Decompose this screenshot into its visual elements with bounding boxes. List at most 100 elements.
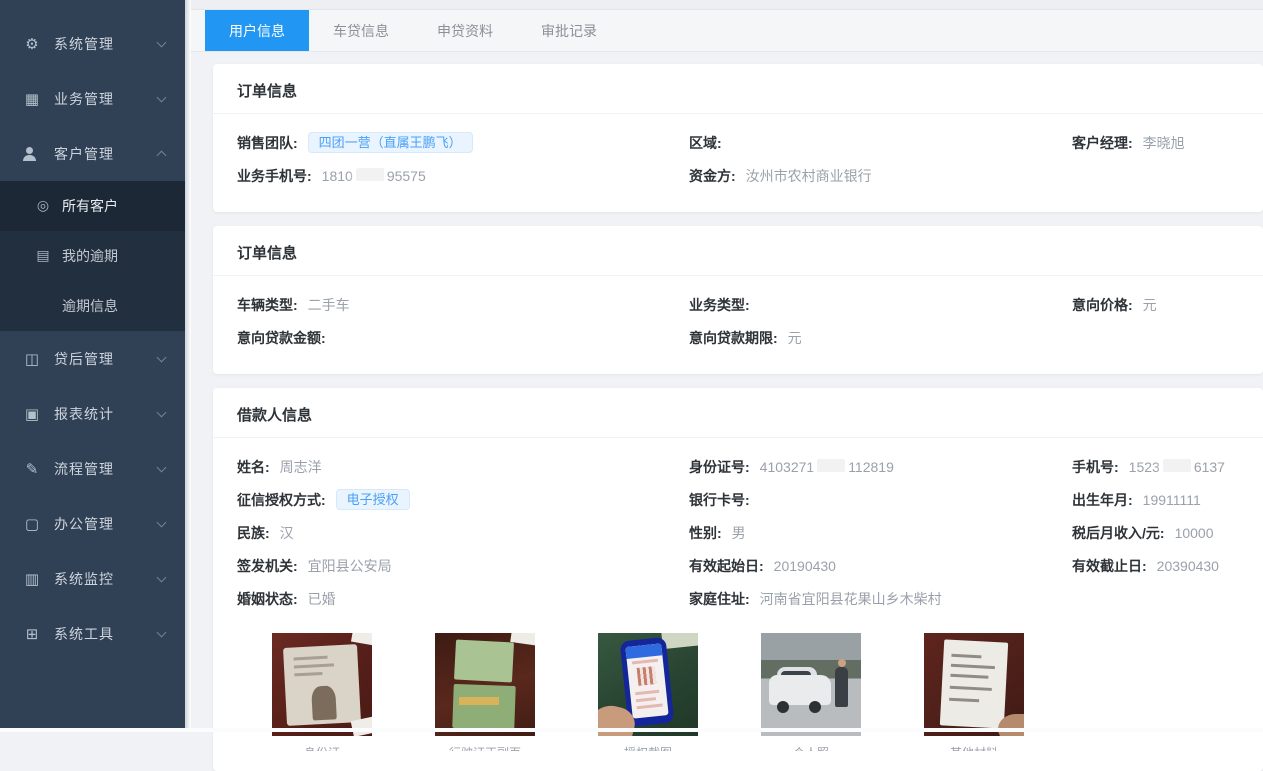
mobile-field: 手机号: 15236137 (1072, 457, 1239, 477)
phone-qr-photo-thumbnail[interactable] (598, 633, 698, 736)
office-icon: ▢ (22, 515, 42, 533)
field-row: 征信授权方式: 电子授权 银行卡号: 出生年月: 19911111 (237, 483, 1239, 516)
photo-caption: 身份证 (272, 744, 372, 751)
chevron-down-icon (157, 37, 167, 47)
sidebar-item-my-overdue[interactable]: ▤ 我的逾期 (0, 231, 185, 281)
book-icon: ◫ (22, 350, 42, 368)
field-label: 姓名: (237, 457, 270, 477)
field-label: 签发机关: (237, 556, 298, 576)
photo-art (637, 666, 657, 686)
photo-item: 行驶证正副页 (435, 633, 535, 751)
person-with-car-photo-thumbnail[interactable] (761, 633, 861, 736)
home-address-field: 家庭住址: 河南省宜阳县花果山乡木柴村 (689, 589, 1072, 609)
sidebar-item-label: 逾期信息 (62, 296, 118, 316)
sidebar-item-postloan-management[interactable]: ◫ 贷后管理 (0, 331, 185, 386)
field-row: 姓名: 周志洋 身份证号: 4103271112819 手机号: 1523613… (237, 450, 1239, 483)
toolbox-icon: ⊞ (22, 625, 42, 643)
photo-art (949, 698, 979, 703)
card-body: 车辆类型: 二手车 业务类型: 意向价格: 元 意向贷款金额: (213, 276, 1263, 374)
field-row: 业务手机号: 181095575 资金方: 汝州市农村商业银行 (237, 159, 1239, 192)
field-value: 元 (1143, 295, 1157, 315)
sidebar-divider (185, 0, 191, 732)
gender-field: 性别: 男 (689, 523, 1072, 543)
field-value: 4103271112819 (760, 459, 894, 475)
redaction-mask (356, 168, 384, 181)
chevron-down-icon (157, 462, 167, 472)
vehicle-type-field: 车辆类型: 二手车 (237, 295, 689, 315)
region-field: 区域: (689, 133, 1072, 153)
sidebar-item-overdue-info[interactable]: 逾期信息 (0, 281, 185, 331)
sidebar-item-system-management[interactable]: ⚙ 系统管理 (0, 16, 185, 71)
photo-art (661, 633, 698, 649)
top-strip (191, 0, 1263, 10)
photo-art (294, 663, 334, 668)
chevron-down-icon (157, 517, 167, 527)
photo-art (636, 697, 656, 702)
grid-icon: ▦ (22, 90, 42, 108)
photo-art (637, 704, 663, 710)
field-label: 意向贷款金额: (237, 328, 326, 348)
tab-car-loan-info[interactable]: 车贷信息 (309, 10, 413, 51)
card-body: 销售团队: 四团一营（直属王鹏飞） 区域: 客户经理: 李晓旭 业务手机号: (213, 114, 1263, 212)
field-label: 婚姻状态: (237, 589, 298, 609)
photo-art (835, 667, 848, 707)
id-number-field: 身份证号: 4103271112819 (689, 457, 1072, 477)
order-info-card-2: 订单信息 车辆类型: 二手车 业务类型: 意向价格: 元 (213, 226, 1263, 374)
sidebar-item-label: 所有客户 (62, 196, 118, 216)
content: 订单信息 销售团队: 四团一营（直属王鹏飞） 区域: 客户经理: 李晓旭 (191, 52, 1263, 771)
sidebar-item-label: 系统管理 (54, 34, 158, 54)
field-label: 有效起始日: (689, 556, 764, 576)
sidebar-item-system-tools[interactable]: ⊞ 系统工具 (0, 606, 185, 661)
intent-price-field: 意向价格: 元 (1072, 295, 1239, 315)
funder-field: 资金方: 汝州市农村商业银行 (689, 166, 1072, 186)
loan-term-field: 意向贷款期限: 元 (689, 328, 1072, 348)
field-value: 19911111 (1143, 492, 1201, 508)
account-manager-field: 客户经理: 李晓旭 (1072, 133, 1239, 153)
field-value: 汝州市农村商业银行 (746, 166, 872, 186)
sales-team-field: 销售团队: 四团一营（直属王鹏飞） (237, 132, 689, 153)
sidebar-item-label: 系统监控 (54, 569, 158, 589)
field-row: 签发机关: 宜阳县公安局 有效起始日: 20190430 有效截止日: 2039… (237, 549, 1239, 582)
field-label: 意向价格: (1072, 295, 1133, 315)
sidebar-item-report-statistics[interactable]: ▣ 报表统计 (0, 386, 185, 441)
photo-caption: 授权截图 (598, 744, 698, 751)
tab-user-info[interactable]: 用户信息 (205, 10, 309, 51)
sidebar-item-process-management[interactable]: ✎ 流程管理 (0, 441, 185, 496)
sidebar-item-customer-management[interactable]: 客户管理 (0, 126, 185, 181)
green-booklet-photo-thumbnail[interactable] (435, 633, 535, 736)
chevron-down-icon (157, 352, 167, 362)
field-label: 业务类型: (689, 295, 750, 315)
sidebar-item-office-management[interactable]: ▢ 办公管理 (0, 496, 185, 551)
id-card-photo-thumbnail[interactable] (272, 633, 372, 736)
birth-field: 出生年月: 19911111 (1072, 490, 1239, 510)
field-label: 征信授权方式: (237, 490, 326, 510)
credit-auth-tag[interactable]: 电子授权 (336, 489, 410, 510)
paper-document-photo-thumbnail[interactable] (924, 633, 1024, 736)
photo-art (809, 701, 821, 713)
sidebar-item-all-customers[interactable]: ◎ 所有客户 (0, 181, 185, 231)
field-value: 已婚 (308, 589, 336, 609)
sidebar: ⚙ 系统管理 ▦ 业务管理 客户管理 ◎ 所有客户 ▤ 我的逾期 逾期信息 ◫ … (0, 0, 185, 728)
sales-team-tag[interactable]: 四团一营（直属王鹏飞） (308, 132, 473, 153)
chevron-down-icon (157, 627, 167, 637)
field-label: 客户经理: (1072, 133, 1133, 153)
chevron-down-icon (157, 407, 167, 417)
photo-art (459, 697, 499, 705)
user-icon (22, 147, 38, 161)
tab-loan-application-docs[interactable]: 申贷资料 (413, 10, 517, 51)
card-title: 借款人信息 (213, 388, 1263, 438)
sidebar-item-business-management[interactable]: ▦ 业务管理 (0, 71, 185, 126)
sidebar-item-system-monitor[interactable]: ▥ 系统监控 (0, 551, 185, 606)
field-value: 15236137 (1129, 459, 1225, 475)
photo-art (454, 640, 514, 683)
photo-art (769, 675, 831, 705)
chart-icon: ▣ (22, 405, 42, 423)
tab-approval-records[interactable]: 审批记录 (517, 10, 621, 51)
issuing-authority-field: 签发机关: 宜阳县公安局 (237, 556, 689, 576)
redaction-mask (817, 459, 845, 472)
gear-icon: ⚙ (22, 35, 42, 53)
field-value: 10000 (1175, 525, 1214, 541)
photo-art (283, 644, 361, 726)
field-label: 银行卡号: (689, 490, 750, 510)
credit-auth-field: 征信授权方式: 电子授权 (237, 489, 689, 510)
